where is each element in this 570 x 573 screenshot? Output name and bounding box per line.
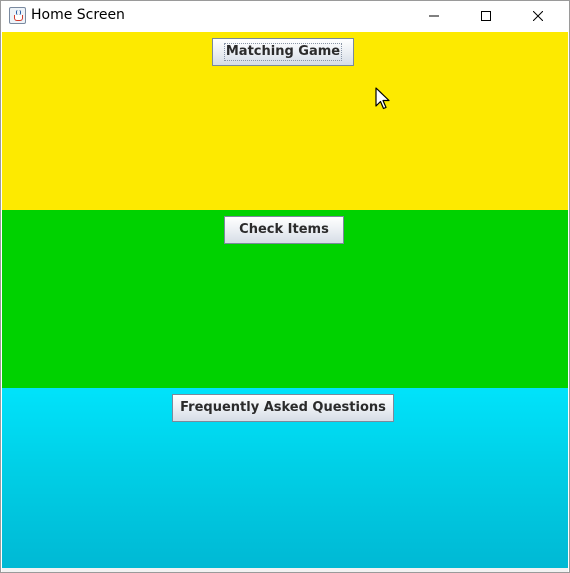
window-bottom-border: [2, 568, 568, 572]
close-icon: [533, 11, 543, 21]
matching-game-panel: Matching Game: [2, 32, 568, 210]
mouse-pointer-icon: [375, 87, 390, 110]
java-cup-icon: [9, 7, 26, 24]
faq-button[interactable]: Frequently Asked Questions: [172, 394, 394, 422]
window-title: Home Screen: [31, 7, 125, 23]
minimize-icon: [429, 15, 439, 17]
close-button[interactable]: [515, 1, 561, 31]
check-items-button[interactable]: Check Items: [224, 216, 344, 244]
maximize-icon: [481, 11, 491, 21]
check-items-panel: Check Items: [2, 210, 568, 388]
matching-game-label: Matching Game: [223, 43, 343, 61]
maximize-button[interactable]: [463, 1, 509, 31]
home-screen-window: Home Screen Matching Game Check Items Fr…: [0, 0, 570, 573]
title-bar[interactable]: Home Screen: [1, 1, 569, 31]
faq-panel: Frequently Asked Questions: [2, 388, 568, 568]
minimize-button[interactable]: [411, 1, 457, 31]
matching-game-button[interactable]: Matching Game: [212, 38, 354, 66]
